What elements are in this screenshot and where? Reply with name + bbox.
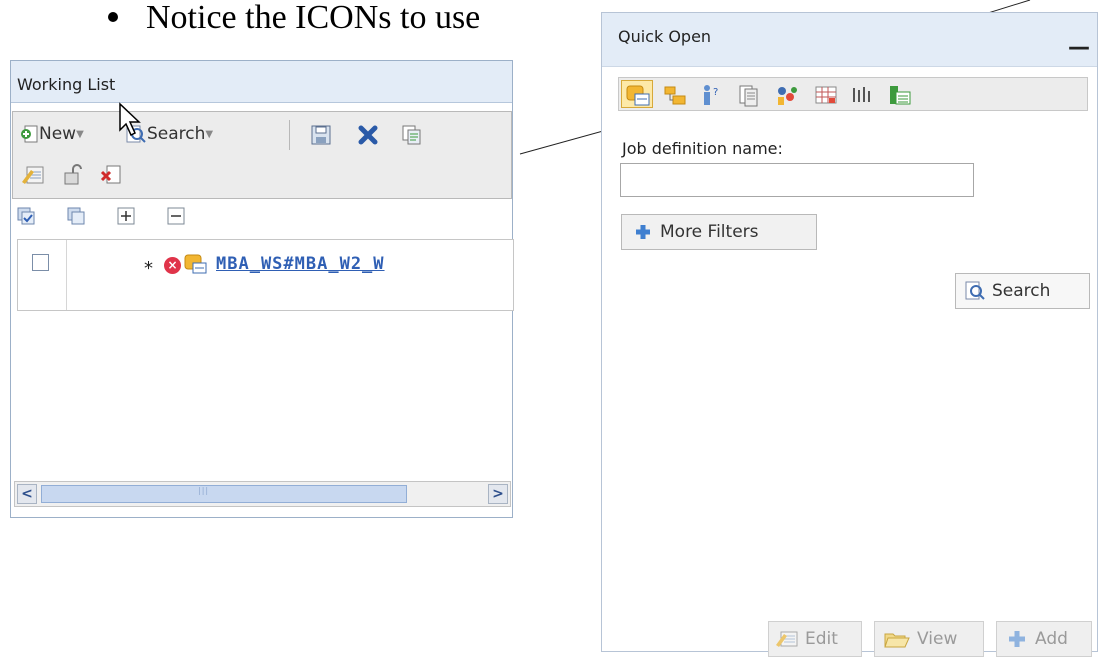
prompt-icon[interactable] bbox=[775, 83, 801, 107]
search-dropdown-arrow-icon[interactable]: ▼ bbox=[205, 129, 213, 140]
search-label: Search bbox=[992, 281, 1051, 301]
horizontal-scrollbar[interactable]: < ||| > bbox=[14, 481, 511, 507]
working-list-title: Working List bbox=[11, 61, 512, 103]
edit-icon bbox=[776, 631, 798, 647]
more-filters-label: More Filters bbox=[660, 222, 759, 242]
object-type-toolbar: ? bbox=[618, 77, 1088, 111]
run-cycle-icon[interactable] bbox=[887, 83, 913, 107]
calendar-icon[interactable] bbox=[737, 83, 763, 107]
row-modified-marker: * bbox=[144, 258, 153, 279]
new-label: New bbox=[39, 124, 77, 144]
workstation-icon[interactable]: ? bbox=[699, 83, 725, 107]
scrollbar-thumb[interactable] bbox=[41, 485, 407, 503]
new-icon bbox=[21, 125, 38, 143]
delete-icon[interactable] bbox=[357, 124, 379, 146]
mouse-pointer-icon bbox=[119, 102, 141, 137]
svg-text:?: ? bbox=[713, 87, 718, 98]
select-all-icon[interactable] bbox=[16, 206, 36, 226]
view-label: View bbox=[917, 629, 958, 649]
search-icon bbox=[965, 281, 985, 300]
search-label: Search bbox=[147, 124, 206, 144]
new-dropdown-arrow-icon[interactable]: ▼ bbox=[76, 129, 84, 140]
job-definition-label: Job definition name: bbox=[622, 139, 783, 158]
edit-icon[interactable] bbox=[21, 164, 45, 186]
quick-open-title: Quick Open bbox=[602, 13, 1097, 67]
row-checkbox[interactable] bbox=[32, 254, 49, 271]
scroll-right-icon[interactable]: > bbox=[488, 484, 508, 504]
job-definition-icon bbox=[184, 254, 207, 274]
quick-open-panel: Quick Open — ? Job definition name: More… bbox=[601, 12, 1098, 657]
job-stream-icon[interactable] bbox=[663, 83, 689, 107]
copy-icon[interactable] bbox=[400, 124, 422, 146]
job-definition-name-input[interactable] bbox=[620, 163, 974, 197]
error-icon: × bbox=[164, 257, 181, 274]
edit-label: Edit bbox=[805, 629, 838, 649]
copy-rows-icon[interactable] bbox=[66, 206, 86, 226]
expand-icon[interactable] bbox=[116, 206, 136, 226]
working-list-panel: Working List New ▼ Search ▼ * × MBA_WS#M… bbox=[10, 60, 514, 518]
resource-icon[interactable] bbox=[813, 83, 839, 107]
search-button[interactable]: Search bbox=[955, 273, 1090, 309]
collapse-icon[interactable] bbox=[166, 206, 186, 226]
scrollbar-grip: ||| bbox=[198, 486, 210, 495]
add-label: Add bbox=[1035, 629, 1068, 649]
minimize-icon[interactable]: — bbox=[1068, 35, 1090, 60]
job-link[interactable]: MBA_WS#MBA_W2_W bbox=[216, 254, 511, 274]
view-button[interactable]: View bbox=[874, 621, 984, 657]
plus-icon bbox=[636, 225, 650, 239]
save-icon[interactable] bbox=[310, 124, 332, 146]
toolbar-separator bbox=[289, 120, 290, 150]
scroll-left-icon[interactable]: < bbox=[17, 484, 37, 504]
variable-table-icon[interactable] bbox=[849, 83, 875, 107]
working-list-table: * × MBA_WS#MBA_W2_W bbox=[17, 239, 514, 311]
new-button[interactable]: New ▼ bbox=[19, 122, 84, 146]
remove-icon[interactable] bbox=[99, 164, 123, 186]
edit-button[interactable]: Edit bbox=[768, 621, 862, 657]
more-filters-button[interactable]: More Filters bbox=[621, 214, 817, 250]
column-divider bbox=[66, 240, 67, 310]
working-list-toolbar: New ▼ Search ▼ bbox=[12, 111, 512, 199]
unlock-icon[interactable] bbox=[61, 164, 85, 186]
add-button[interactable]: Add bbox=[996, 621, 1092, 657]
job-definition-icon[interactable] bbox=[625, 83, 651, 107]
plus-icon bbox=[1009, 631, 1025, 647]
